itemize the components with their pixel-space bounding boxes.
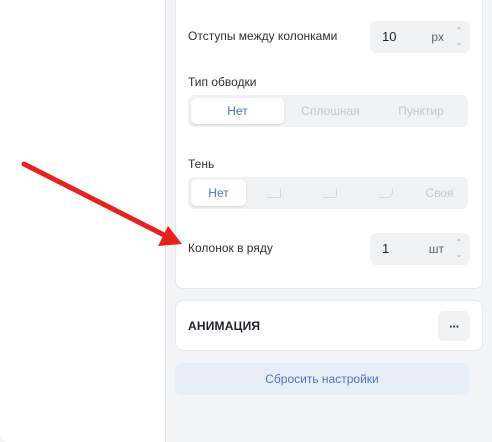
columns-per-row-input[interactable]: 1 шт ⌃ ⌄ [370, 233, 470, 265]
border-option-dashed[interactable]: Пунктир [377, 98, 465, 124]
chevron-up-icon[interactable]: ⌃ [454, 26, 464, 36]
settings-panel: Отступы между колонками 10 px ⌃ ⌄ Тип об… [167, 0, 492, 442]
shadow-option-custom[interactable]: Своя [414, 180, 465, 206]
shadow-small-icon [267, 188, 281, 198]
border-type-label: Тип обводки [188, 75, 257, 89]
columns-per-row-value: 1 [382, 241, 390, 256]
border-option-solid[interactable]: Сплошная [284, 98, 377, 124]
shadow-label: Тень [188, 157, 215, 171]
border-option-none[interactable]: Нет [191, 98, 284, 124]
layout-settings-card: Отступы между колонками 10 px ⌃ ⌄ Тип об… [175, 0, 483, 289]
left-canvas-pane [0, 0, 166, 442]
shadow-segmented: Нет Своя [188, 177, 468, 209]
columns-per-row-unit: шт [428, 242, 444, 256]
column-gap-label: Отступы между колонками [188, 29, 338, 43]
shadow-medium-option[interactable] [302, 180, 358, 206]
reset-settings-button[interactable]: Сбросить настройки [175, 363, 469, 395]
animation-section[interactable]: АНИМАЦИЯ ··· [175, 300, 483, 351]
shadow-small-option[interactable] [246, 180, 302, 206]
chevron-down-icon[interactable]: ⌄ [454, 38, 464, 48]
column-gap-unit: px [431, 30, 444, 44]
chevron-down-icon[interactable]: ⌄ [454, 250, 464, 260]
column-gap-value: 10 [382, 29, 397, 44]
border-type-segmented: Нет Сплошная Пунктир [188, 95, 468, 127]
shadow-option-none[interactable]: Нет [191, 180, 246, 206]
column-gap-input[interactable]: 10 px ⌃ ⌄ [370, 21, 470, 53]
shadow-large-icon [379, 188, 393, 198]
animation-title: АНИМАЦИЯ [188, 319, 261, 333]
columns-per-row-label: Колонок в ряду [188, 241, 273, 255]
more-options-button[interactable]: ··· [438, 311, 470, 341]
chevron-up-icon[interactable]: ⌃ [454, 238, 464, 248]
shadow-large-option[interactable] [358, 180, 414, 206]
shadow-medium-icon [323, 188, 337, 198]
